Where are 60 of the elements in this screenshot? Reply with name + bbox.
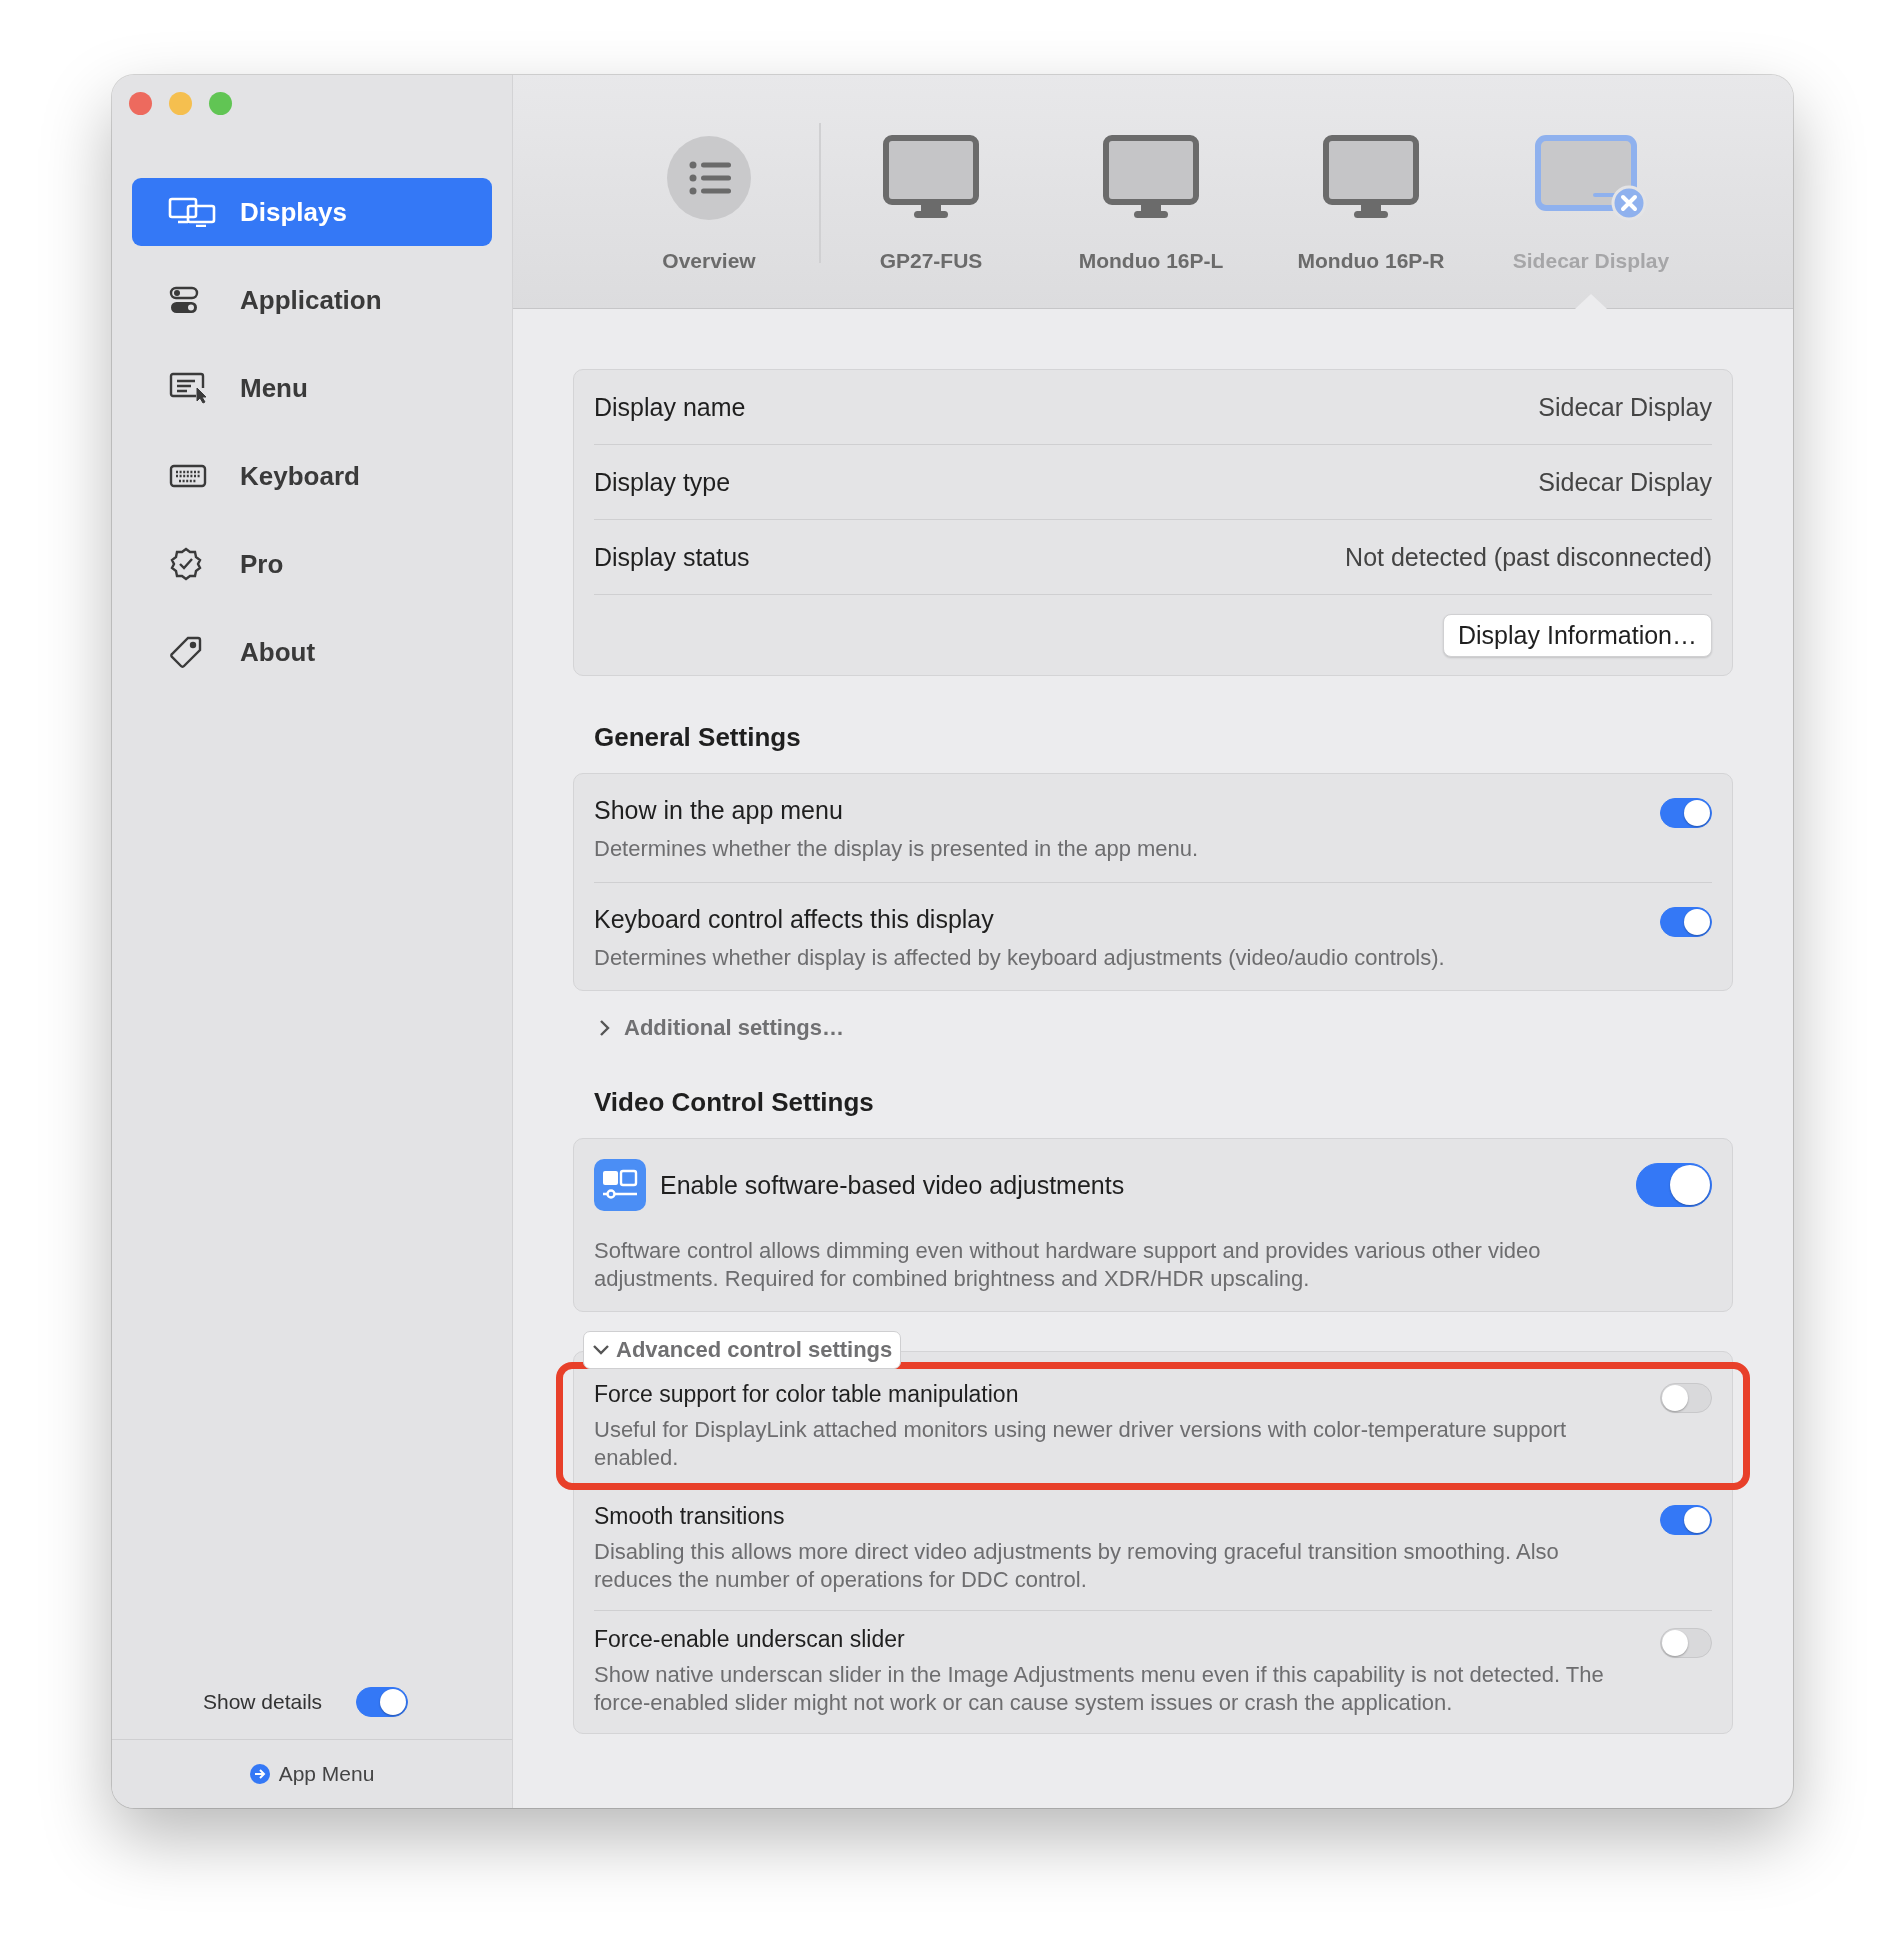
keyboard-icon — [169, 464, 207, 488]
setting-title: Keyboard control affects this display — [594, 905, 995, 934]
list-icon — [666, 135, 752, 221]
switches-icon — [169, 285, 199, 315]
setting-title: Force-enable underscan slider — [594, 1626, 906, 1653]
display-tab[interactable]: Monduo 16P-R — [1261, 75, 1481, 308]
sidebar-item[interactable]: Keyboard — [132, 442, 492, 510]
setting-description: Show native underscan slider in the Image Adjustments menu even if this capability is not detected. The force-enabled slider might not work or can cause system issues or crash the application. — [594, 1661, 1605, 1717]
monitor-icon — [1103, 135, 1199, 221]
setting-toggle[interactable] — [1660, 1628, 1712, 1658]
setting-toggle[interactable] — [1660, 1383, 1712, 1413]
setting-toggle[interactable] — [1660, 798, 1712, 828]
monitors-icon — [168, 197, 216, 227]
adjustments-app-icon — [594, 1159, 646, 1211]
section-heading: Video Control Settings — [593, 1086, 875, 1119]
app-menu-link[interactable]: App Menu — [249, 1762, 375, 1786]
video-adjustments-toggle[interactable] — [1636, 1163, 1712, 1207]
tag-icon — [169, 635, 203, 669]
advanced-settings-disclosure[interactable]: Advanced control settings — [583, 1331, 902, 1369]
info-value: Sidecar Display — [1538, 467, 1712, 497]
show-details-toggle[interactable] — [356, 1687, 409, 1717]
sidebar-item[interactable]: Pro — [132, 530, 492, 598]
display-tab[interactable]: GP27-FUS — [821, 75, 1041, 308]
setting-title: Show in the app menu — [594, 796, 844, 825]
sidebar-item[interactable]: About — [132, 618, 492, 686]
info-label: Display status — [594, 542, 750, 572]
setting-description: Determines whether display is affected by keyboard adjustments (video/audio controls). — [594, 944, 1445, 972]
setting-title: Force support for color table manipulation — [594, 1381, 1020, 1408]
setting-description: Disabling this allows more direct video adjustments by removing graceful transition smoothing. Also reduces the number of operations for DDC control. — [594, 1538, 1560, 1594]
arrow-circle-icon — [249, 1764, 270, 1784]
setting-toggle[interactable] — [1660, 1505, 1712, 1535]
setting-description: Useful for DisplayLink attached monitors using newer driver versions with color-temperature support enabled. — [594, 1416, 1568, 1472]
sidebar-item[interactable]: Displays — [132, 178, 492, 246]
chevron-icon — [592, 1344, 610, 1356]
tablet-disconnected-icon — [1535, 135, 1647, 221]
display-tab[interactable]: Monduo 16P-L — [1041, 75, 1261, 308]
display-information-button[interactable]: Display Information… — [1443, 613, 1712, 657]
badge-check-icon — [169, 547, 203, 581]
info-value: Not detected (past disconnected) — [1345, 542, 1712, 572]
additional-settings-disclosure[interactable]: Additional settings… — [573, 991, 1733, 1041]
display-tab[interactable]: Overview — [599, 75, 819, 308]
selection-pointer — [1575, 294, 1607, 309]
info-label: Display name — [594, 392, 746, 422]
sidebar-item[interactable]: Menu — [132, 354, 492, 422]
monitor-icon — [1323, 135, 1419, 221]
info-label: Display type — [594, 467, 731, 497]
setting-title: Smooth transitions — [594, 1503, 786, 1530]
additional-settings-label: Additional settings… — [624, 1015, 844, 1041]
setting-title: Enable software-based video adjustments — [660, 1170, 1126, 1200]
close-button[interactable] — [129, 92, 152, 115]
show-details-label: Show details — [203, 1690, 323, 1714]
setting-toggle[interactable] — [1660, 907, 1712, 937]
section-heading: General Settings — [593, 721, 802, 754]
chevron-icon — [598, 1019, 610, 1037]
menu-pointer-icon — [169, 372, 207, 404]
setting-description: Software control allows dimming even without hardware support and provides various other video adjustments. Required for combined brightness and XDR/HDR upscaling. — [594, 1237, 1542, 1293]
info-value: Sidecar Display — [1538, 392, 1712, 422]
setting-description: Determines whether the display is presented in the app menu. — [594, 835, 1199, 863]
sidebar-item[interactable]: Application — [132, 266, 492, 334]
monitor-icon — [883, 135, 979, 221]
